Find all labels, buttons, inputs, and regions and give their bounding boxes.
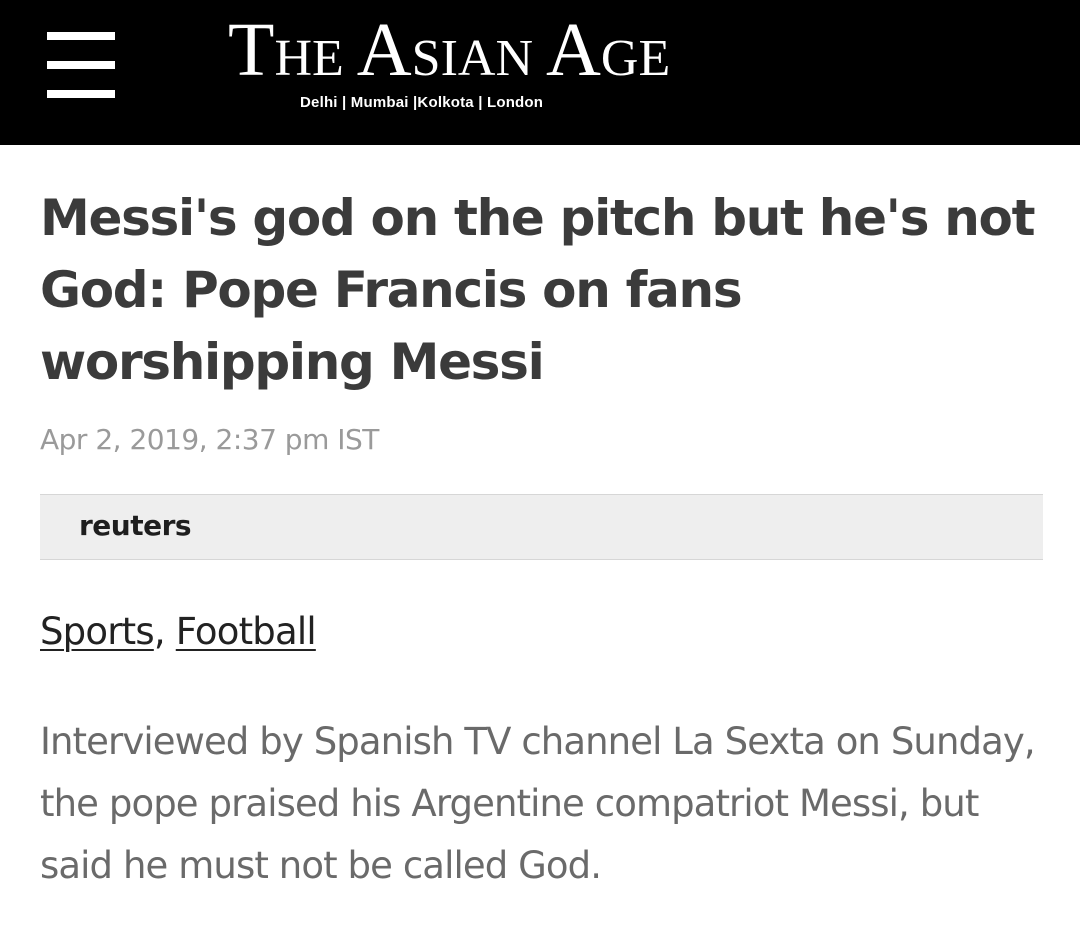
menu-bar-middle	[47, 61, 115, 69]
hamburger-menu-icon[interactable]	[47, 32, 115, 98]
article-source: reuters	[79, 509, 192, 542]
logo-title: THE ASIAN AGE	[228, 8, 671, 92]
menu-bar-bottom	[47, 90, 115, 98]
article-body: Interviewed by Spanish TV channel La Sex…	[40, 720, 1036, 887]
tag-link-football[interactable]: Football	[176, 610, 317, 653]
tag-separator: ,	[153, 610, 176, 653]
site-logo[interactable]: THE ASIAN AGE Delhi | Mumbai |Kolkota | …	[228, 10, 698, 120]
article-headline: Messi's god on the pitch but he's not Go…	[40, 189, 1036, 391]
site-header: THE ASIAN AGE Delhi | Mumbai |Kolkota | …	[0, 0, 1080, 145]
menu-bar-top	[47, 32, 115, 40]
article-dateline: Apr 2, 2019, 2:37 pm IST	[40, 423, 379, 456]
source-box: reuters	[40, 494, 1043, 560]
article-tags: Sports, Football	[40, 610, 317, 653]
tag-link-sports[interactable]: Sports	[40, 610, 155, 653]
logo-cities: Delhi | Mumbai |Kolkota | London	[300, 94, 544, 111]
